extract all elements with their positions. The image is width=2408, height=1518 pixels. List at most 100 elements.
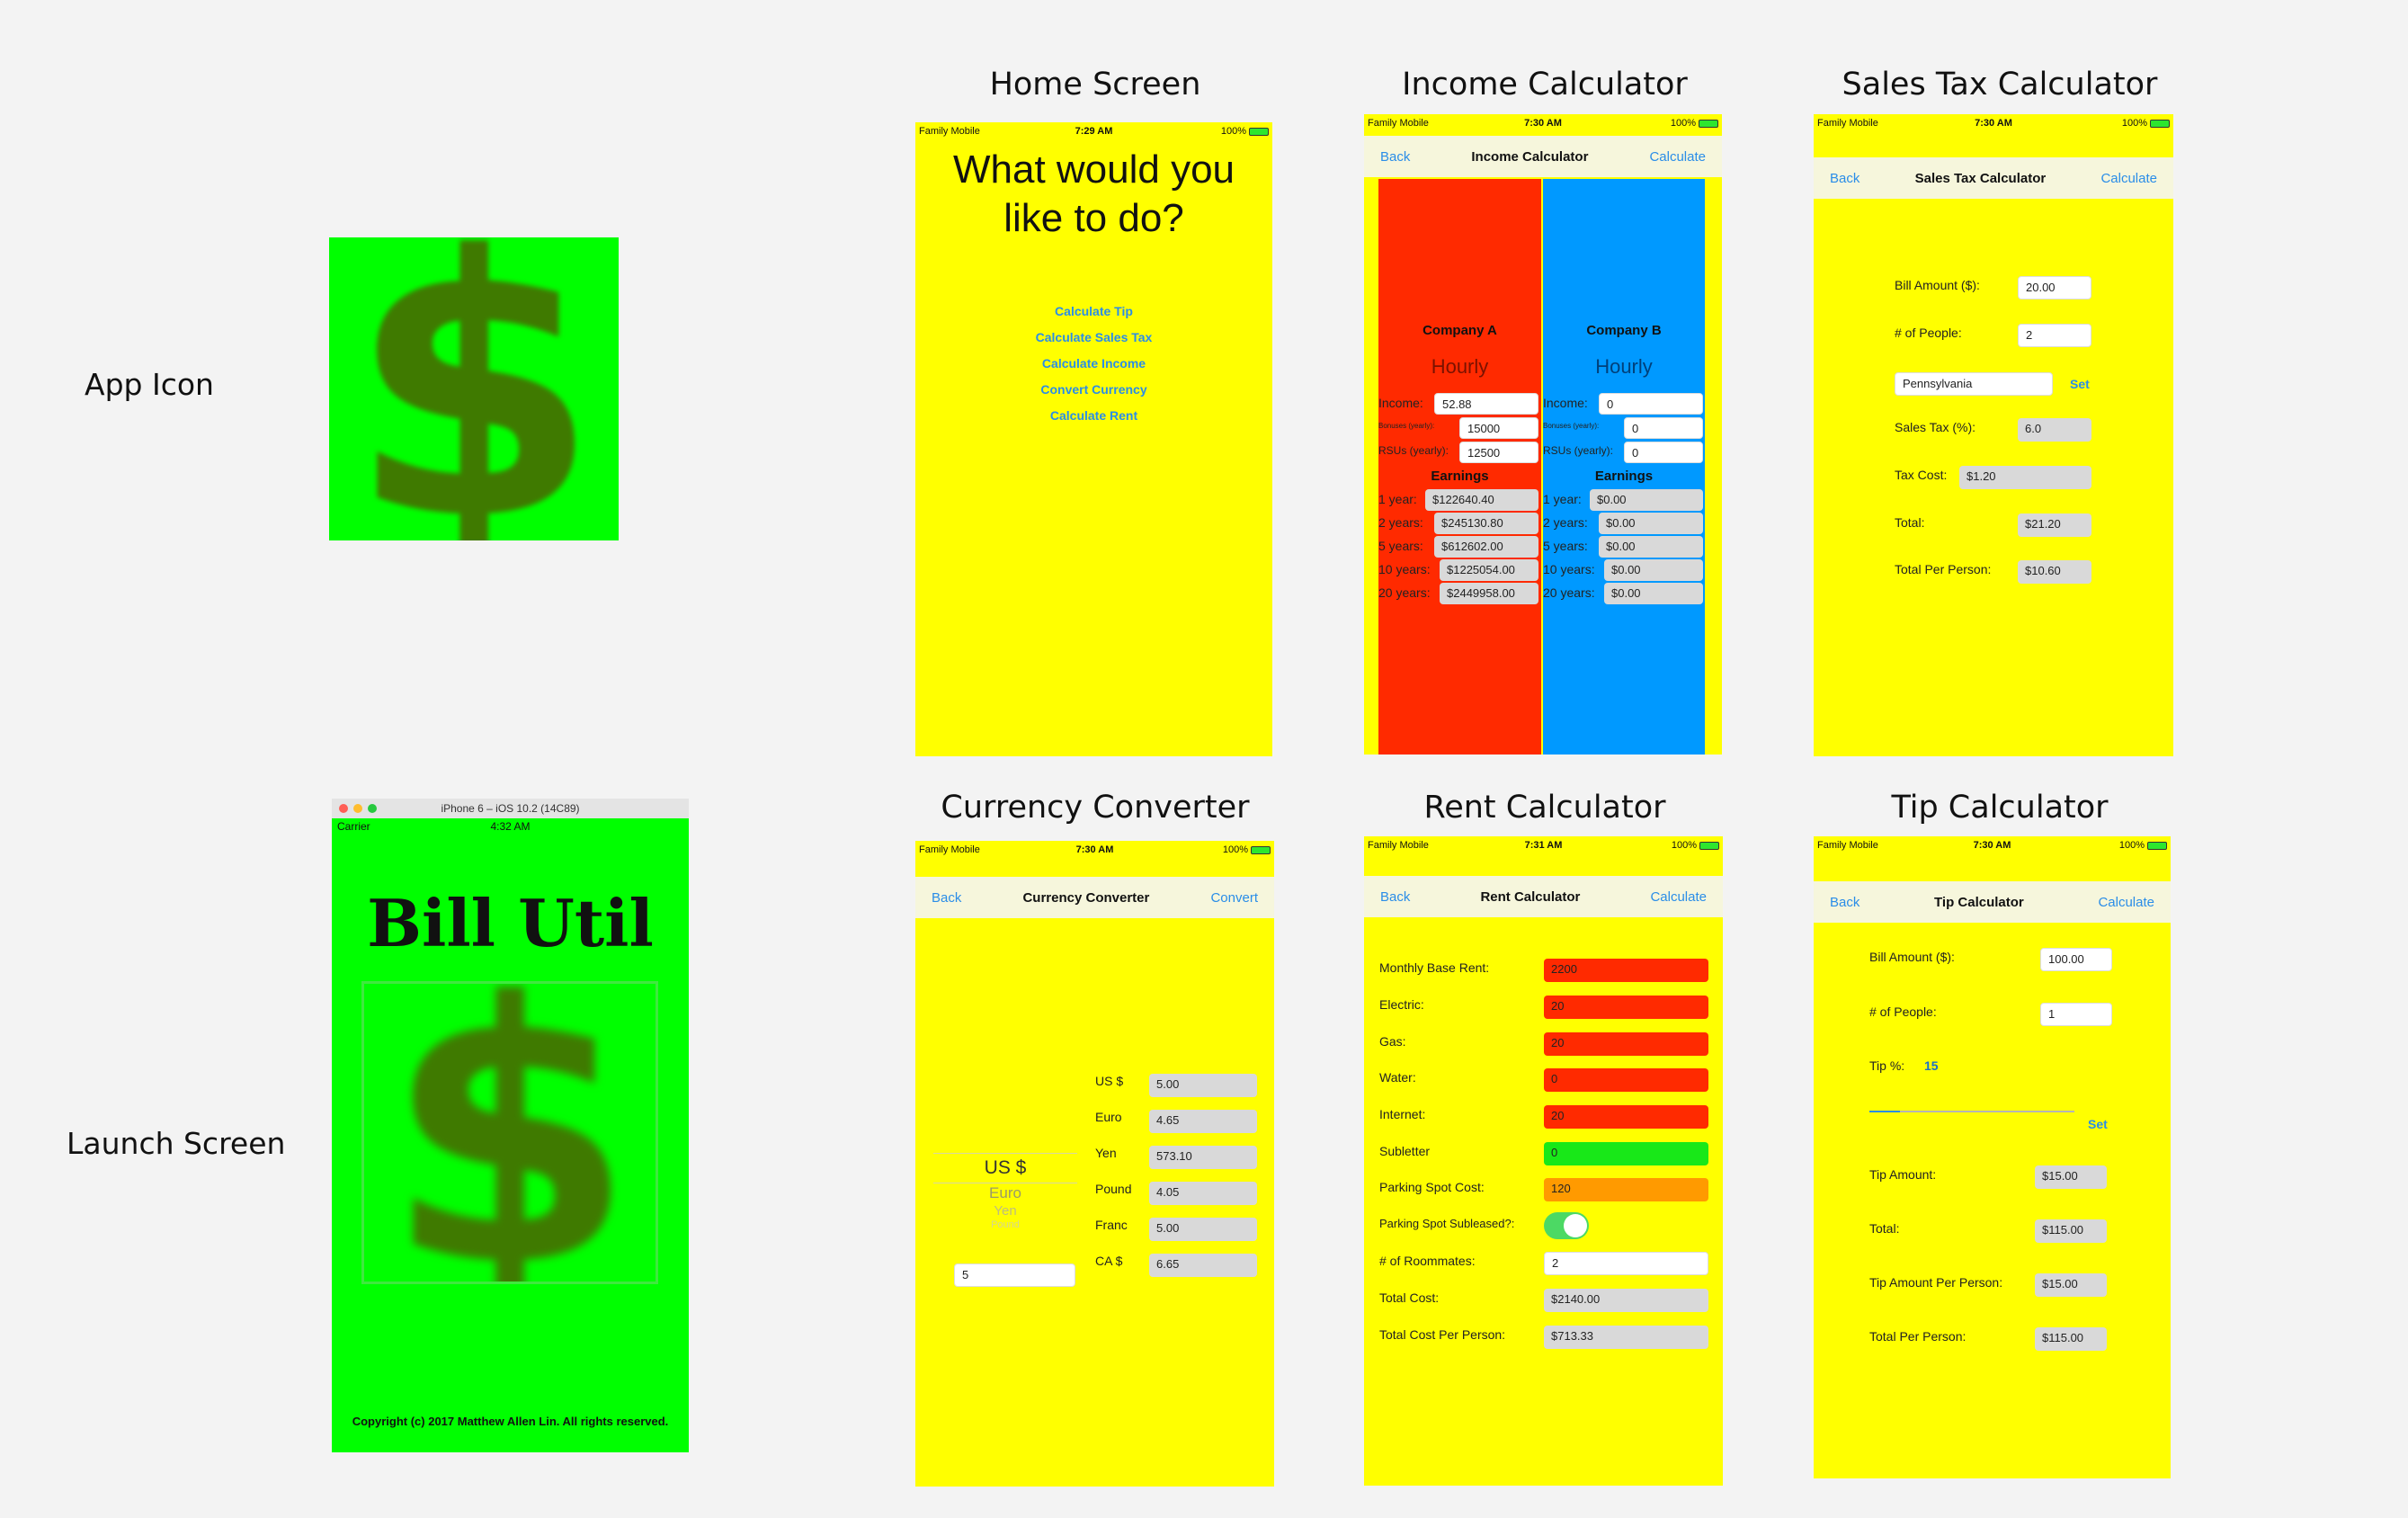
back-button[interactable]: Back	[1380, 889, 1410, 905]
bill-field[interactable]: 20.00	[2018, 276, 2091, 299]
minimize-icon[interactable]	[353, 804, 362, 813]
people-field[interactable]: 2	[2018, 324, 2091, 347]
earnings-label: 20 years:	[1378, 585, 1431, 600]
total-value: $21.20	[2018, 513, 2091, 537]
roommates-field[interactable]: 2	[1544, 1252, 1708, 1275]
subleased-toggle[interactable]	[1544, 1212, 1589, 1239]
home-heading: What would you like to do?	[952, 147, 1235, 240]
earnings-label: 2 years:	[1378, 515, 1423, 530]
rsus-field[interactable]: 0	[1624, 442, 1703, 463]
status-time: 7:30 AM	[1975, 118, 2012, 129]
tip-per-person-value: $15.00	[2035, 1273, 2107, 1297]
bonuses-field[interactable]: 0	[1624, 417, 1703, 439]
convert-currency-link[interactable]: Convert Currency	[915, 377, 1272, 403]
income-field[interactable]: 0	[1599, 393, 1703, 415]
per-person-value: $713.33	[1544, 1326, 1708, 1349]
calculate-rent-link[interactable]: Calculate Rent	[915, 403, 1272, 429]
mode-selector[interactable]: Hourly	[1543, 355, 1705, 379]
set-button[interactable]: Set	[2070, 377, 2090, 391]
title-home: Home Screen	[989, 67, 1201, 103]
close-icon[interactable]	[339, 804, 348, 813]
currency-picker[interactable]: US $ Euro Yen Pound	[933, 1153, 1077, 1230]
earnings-value: $0.00	[1590, 489, 1703, 511]
tip-slider[interactable]	[1869, 1111, 2074, 1112]
rent-row-field[interactable]: 20	[1544, 1032, 1708, 1056]
earnings-value: $0.00	[1599, 513, 1703, 534]
tip-amount-value: $15.00	[2035, 1165, 2107, 1189]
earnings-value: $0.00	[1604, 583, 1703, 604]
people-label: # of People:	[1895, 326, 1962, 340]
total-cost-label: Total Cost:	[1379, 1290, 1440, 1305]
rent-row-field[interactable]: 20	[1544, 996, 1708, 1019]
tip-percent-label: Tip %:	[1869, 1058, 1905, 1073]
people-field[interactable]: 1	[2040, 1003, 2112, 1026]
per-person-label: Total Per Person:	[1895, 562, 1992, 576]
convert-button[interactable]: Convert	[1210, 890, 1258, 906]
earnings-value: $2449958.00	[1440, 583, 1538, 604]
home-menu: Calculate Tip Calculate Sales Tax Calcul…	[915, 299, 1272, 429]
nav-title: Rent Calculator	[1480, 888, 1581, 905]
earnings-value: $612602.00	[1434, 536, 1538, 558]
earnings-heading: Earnings	[1594, 469, 1654, 484]
rsus-field[interactable]: 12500	[1459, 442, 1538, 463]
picker-option: Pound	[991, 1219, 1020, 1230]
earnings-value: $245130.80	[1434, 513, 1538, 534]
calculate-sales-tax-link[interactable]: Calculate Sales Tax	[915, 325, 1272, 351]
back-button[interactable]: Back	[1830, 895, 1860, 910]
rent-screen: Family Mobile 7:31 AM 100% Back Rent Cal…	[1364, 836, 1723, 1486]
calculate-income-link[interactable]: Calculate Income	[915, 351, 1272, 377]
bill-field[interactable]: 100.00	[2040, 948, 2112, 971]
income-field[interactable]: 52.88	[1434, 393, 1538, 415]
tip-screen: Family Mobile 7:30 AM 100% Back Tip Calc…	[1814, 836, 2171, 1478]
rent-row-field[interactable]: 20	[1544, 1105, 1708, 1129]
currency-value: 5.00	[1149, 1218, 1257, 1241]
back-button[interactable]: Back	[932, 890, 961, 906]
income-navbar: Back Income Calculator Calculate	[1364, 136, 1722, 177]
currency-value: 5.00	[1149, 1074, 1257, 1097]
title-income: Income Calculator	[1402, 67, 1688, 103]
earnings-label: 10 years:	[1543, 562, 1595, 576]
battery-icon	[1249, 127, 1269, 136]
rent-row-field[interactable]: 0	[1544, 1068, 1708, 1092]
back-button[interactable]: Back	[1830, 171, 1860, 186]
battery-label: 100%	[2121, 118, 2147, 129]
dollar-icon: $	[384, 981, 636, 1284]
status-bar: Family Mobile 7:29 AM 100%	[915, 122, 1272, 140]
earnings-value: $0.00	[1604, 559, 1703, 581]
total-cost-value: $2140.00	[1544, 1289, 1708, 1312]
zoom-icon[interactable]	[368, 804, 377, 813]
currency-screen: Family Mobile 7:30 AM 100% Back Currency…	[915, 841, 1274, 1487]
tip-amount-label: Tip Amount:	[1869, 1167, 1937, 1182]
battery-icon	[2147, 841, 2167, 850]
calculate-button[interactable]: Calculate	[2098, 895, 2154, 910]
state-field[interactable]: Pennsylvania	[1895, 372, 2053, 396]
tax-cost-value: $1.20	[1959, 466, 2091, 489]
rent-row-field[interactable]: 2200	[1544, 959, 1708, 982]
battery-label: 100%	[1222, 844, 1248, 855]
mode-selector[interactable]: Hourly	[1378, 355, 1541, 379]
title-sales: Sales Tax Calculator	[1842, 67, 2158, 103]
amount-input[interactable]: 5	[954, 1264, 1075, 1287]
currency-label: Euro	[1095, 1110, 1122, 1124]
total-label: Total:	[1869, 1221, 1900, 1236]
status-bar: Family Mobile 7:31 AM 100%	[1364, 836, 1723, 854]
bonuses-field[interactable]: 15000	[1459, 417, 1538, 439]
calculate-button[interactable]: Calculate	[1649, 149, 1706, 165]
picker-option: Euro	[989, 1184, 1021, 1201]
rent-row-label: Parking Spot Cost:	[1379, 1180, 1485, 1194]
calculate-tip-link[interactable]: Calculate Tip	[915, 299, 1272, 325]
status-bar: Family Mobile 7:30 AM 100%	[1814, 114, 2173, 132]
currency-label: US $	[1095, 1074, 1124, 1088]
calculate-button[interactable]: Calculate	[1650, 889, 1707, 905]
calculate-button[interactable]: Calculate	[2100, 171, 2157, 186]
back-button[interactable]: Back	[1380, 149, 1410, 165]
rent-row-label: Subletter	[1379, 1144, 1431, 1158]
nav-title: Income Calculator	[1471, 148, 1589, 165]
set-button[interactable]: Set	[2088, 1117, 2108, 1131]
rent-row-field[interactable]: 120	[1544, 1178, 1708, 1201]
rent-row-field[interactable]: 0	[1544, 1142, 1708, 1165]
status-bar: Family Mobile 7:30 AM 100%	[1814, 836, 2171, 854]
total-label: Total:	[1895, 515, 1925, 530]
status-time: 4:32 AM	[490, 820, 531, 833]
tip-percent-value: 15	[1924, 1058, 1939, 1073]
